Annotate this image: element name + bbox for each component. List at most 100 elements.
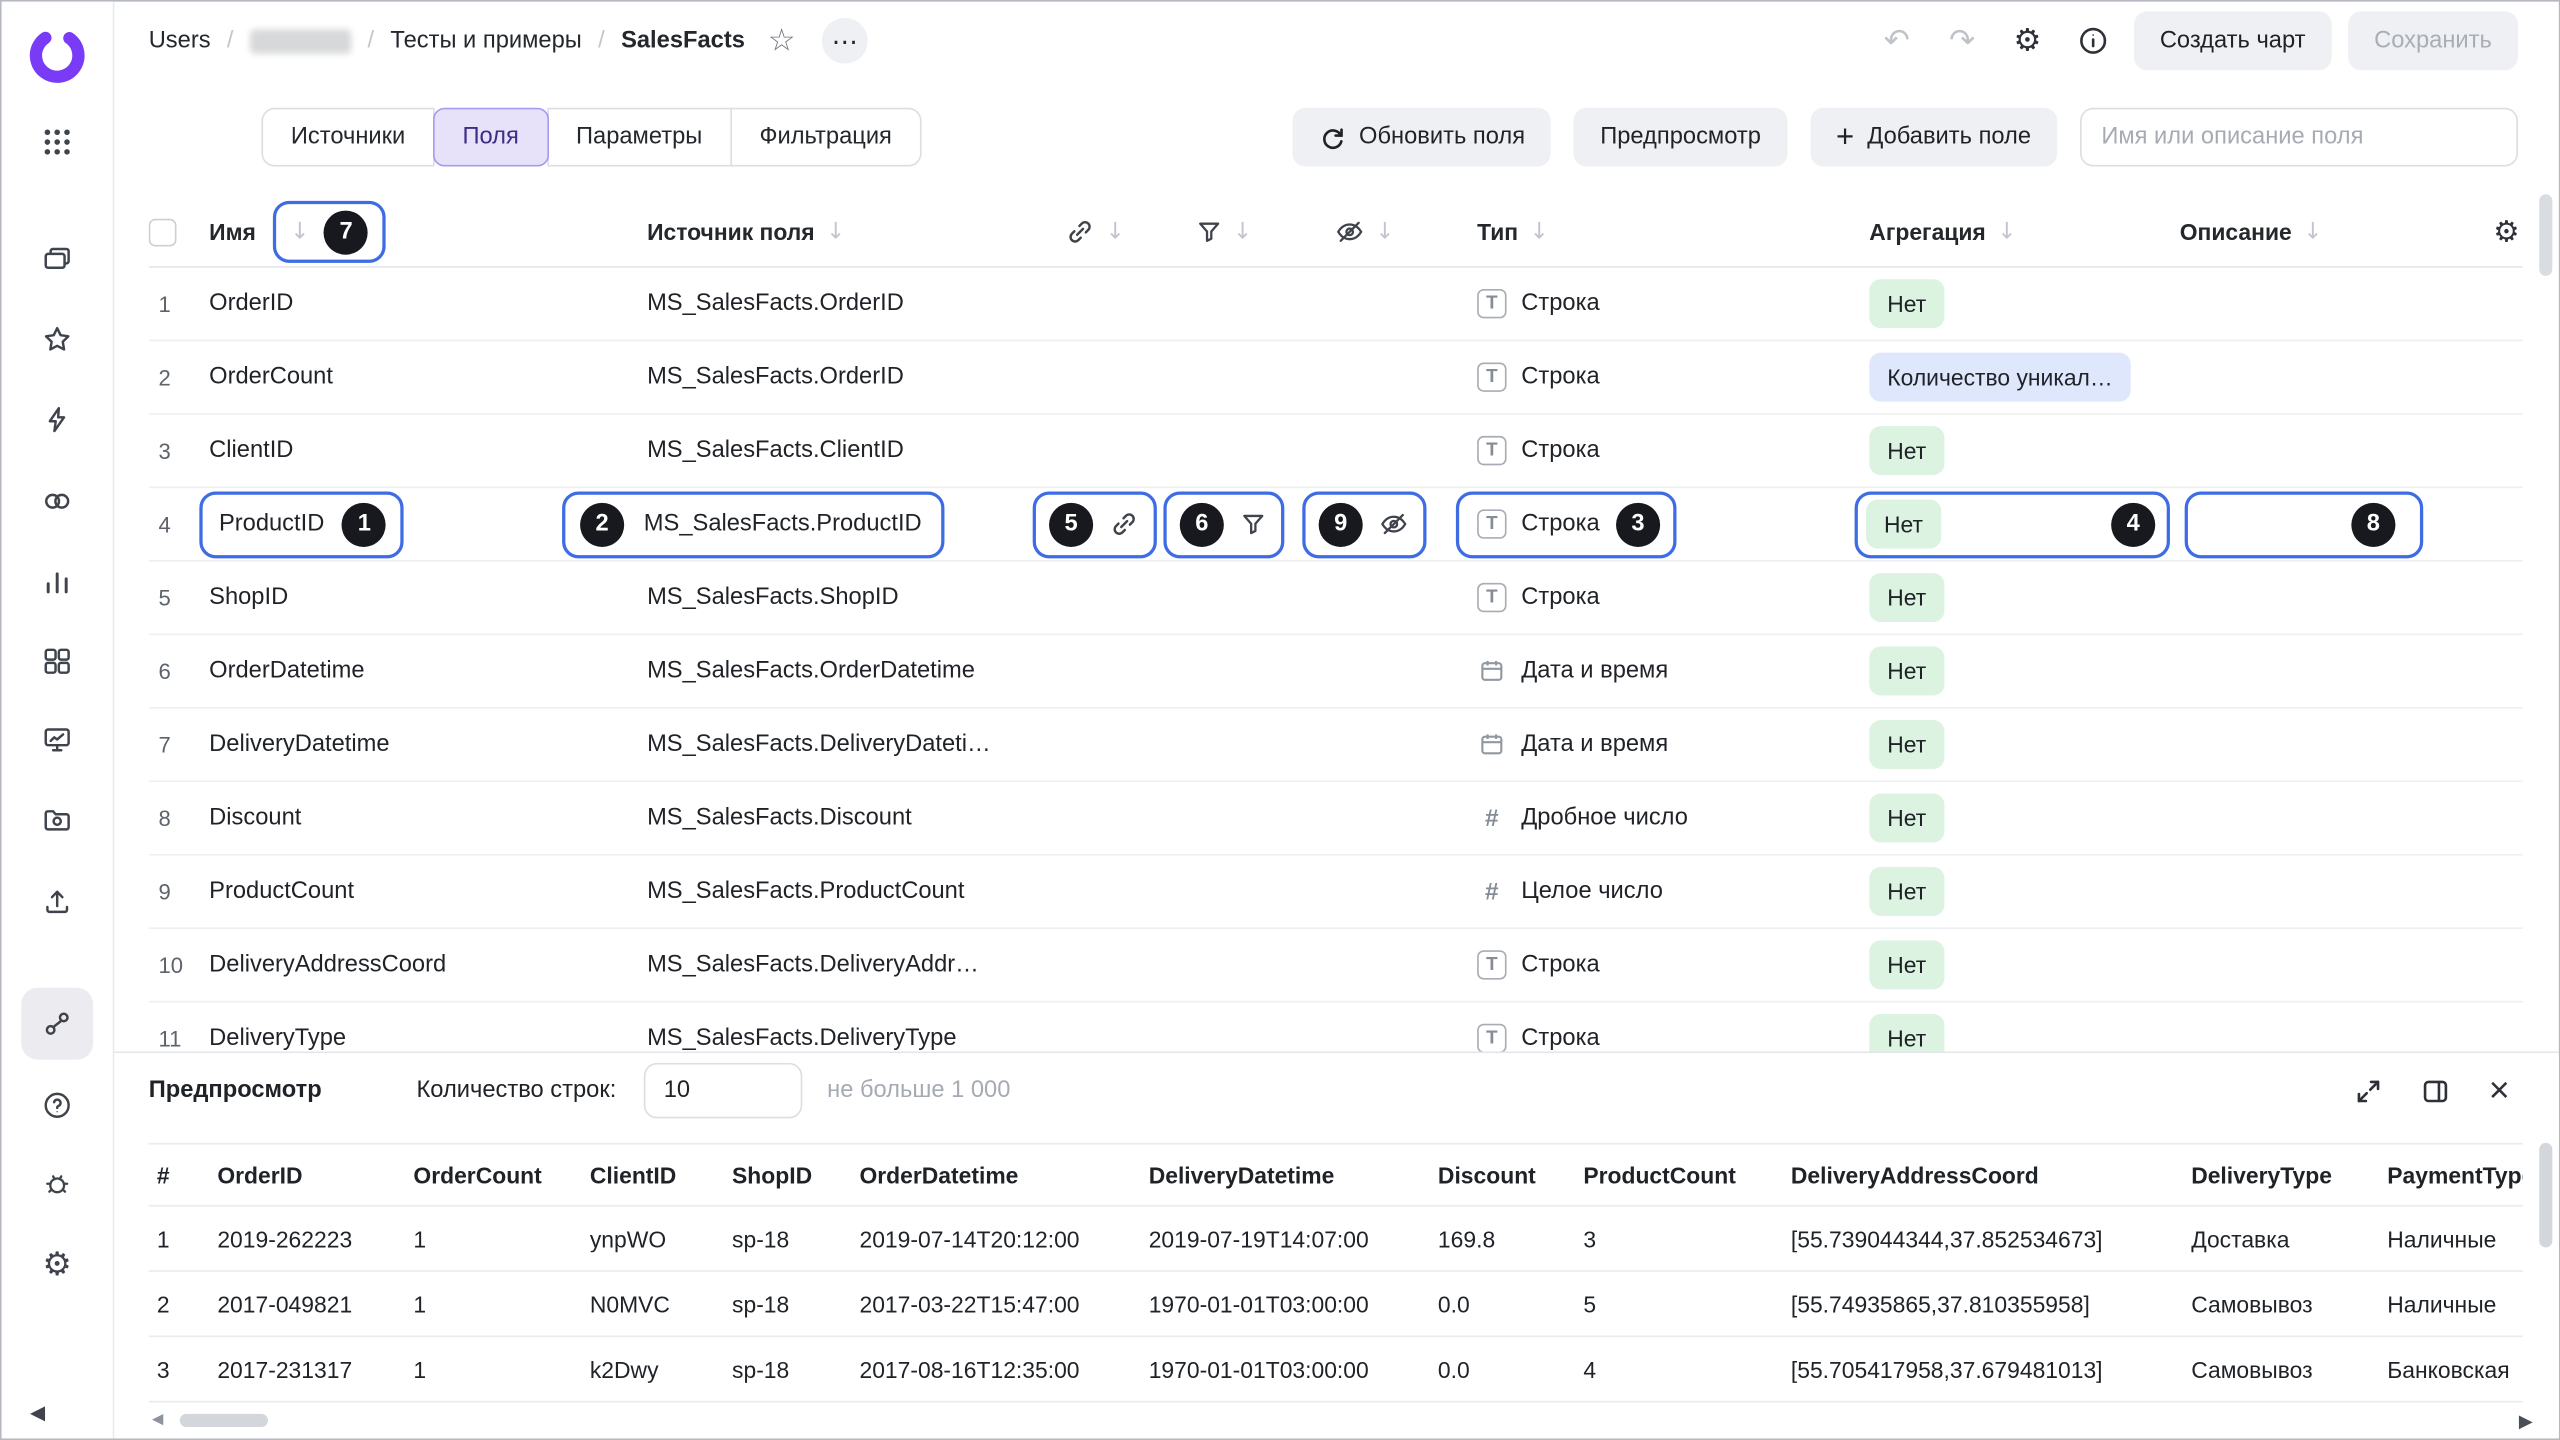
scroll-left-icon[interactable]: ◀ xyxy=(152,1412,163,1428)
tab-fields[interactable]: Поля xyxy=(433,108,548,167)
aggregation-select[interactable]: Нет xyxy=(1869,793,1944,842)
field-name[interactable]: DeliveryAddressCoord xyxy=(209,952,446,978)
column-header-type[interactable]: Тип xyxy=(1477,219,1518,245)
breadcrumb-users[interactable]: Users xyxy=(149,28,211,54)
field-name[interactable]: DeliveryType xyxy=(209,1025,346,1051)
filter-funnel-icon[interactable] xyxy=(1195,219,1221,245)
datalens-logo[interactable] xyxy=(25,23,90,88)
sort-down-icon[interactable]: ↓ xyxy=(1530,219,1549,245)
sort-down-icon[interactable]: ↓ xyxy=(1375,219,1394,245)
aggregation-select[interactable]: Нет xyxy=(1869,573,1944,622)
scrollbar-thumb[interactable] xyxy=(2539,1143,2552,1247)
tab-sources[interactable]: Источники xyxy=(261,108,434,167)
field-type[interactable]: Строка xyxy=(1521,511,1599,537)
folder-media-icon[interactable] xyxy=(21,784,93,856)
tiles-grid-icon[interactable] xyxy=(21,625,93,697)
scrollbar-thumb[interactable] xyxy=(180,1414,268,1427)
aggregation-select[interactable]: Нет xyxy=(1869,279,1944,328)
sort-down-icon[interactable]: ↓ xyxy=(290,219,309,245)
field-row-DeliveryAddressCoord[interactable]: 10 DeliveryAddressCoord MS_SalesFacts.De… xyxy=(149,929,2523,1002)
close-icon[interactable]: × xyxy=(2489,1073,2510,1109)
preview-header-cell[interactable]: ProductCount xyxy=(1583,1162,1791,1188)
field-name[interactable]: DeliveryDatetime xyxy=(209,731,389,757)
field-type[interactable]: Строка xyxy=(1521,952,1599,978)
redo-icon[interactable]: ↷ xyxy=(1938,15,1987,67)
preview-header-cell[interactable]: OrderID xyxy=(217,1162,413,1188)
field-name[interactable]: OrderID xyxy=(209,291,293,317)
field-search-input[interactable] xyxy=(2080,108,2518,167)
hidden-eye-icon[interactable] xyxy=(1379,509,1408,538)
preview-header-cell[interactable]: DeliveryDatetime xyxy=(1149,1162,1438,1188)
preview-row[interactable]: 12019-2622231ynpWOsp-182019-07-14T20:12:… xyxy=(149,1207,2523,1272)
connections-icon[interactable] xyxy=(21,988,93,1060)
field-source[interactable]: MS_SalesFacts.DeliveryType xyxy=(647,1025,956,1051)
sort-down-icon[interactable]: ↓ xyxy=(1233,219,1252,245)
field-type[interactable]: Дробное число xyxy=(1521,805,1688,831)
field-type[interactable]: Строка xyxy=(1521,585,1599,611)
field-source[interactable]: MS_SalesFacts.ClientID xyxy=(647,438,904,464)
dataset-settings-gear-icon[interactable]: ⚙ xyxy=(2003,15,2052,67)
aggregation-select[interactable]: Нет xyxy=(1869,940,1944,989)
breadcrumb-folder[interactable]: Тесты и примеры xyxy=(390,28,581,54)
preview-header-cell[interactable]: Discount xyxy=(1438,1162,1583,1188)
field-row-OrderID[interactable]: 1 OrderID MS_SalesFacts.OrderID TСтрока … xyxy=(149,268,2523,341)
horizontal-scrollbar[interactable]: ◀ ▶ xyxy=(149,1411,2536,1431)
tab-filtering[interactable]: Фильтрация xyxy=(730,108,921,167)
aggregation-select[interactable]: Нет xyxy=(1869,720,1944,769)
preview-row[interactable]: 32017-2313171k2Dwysp-182017-08-16T12:35:… xyxy=(149,1337,2523,1402)
field-type[interactable]: Дата и время xyxy=(1521,658,1668,684)
field-row-OrderDatetime[interactable]: 6 OrderDatetime MS_SalesFacts.OrderDatet… xyxy=(149,635,2523,708)
field-name[interactable]: Discount xyxy=(209,805,301,831)
field-source[interactable]: MS_SalesFacts.ProductCount xyxy=(647,878,964,904)
link-icon[interactable] xyxy=(1065,217,1094,246)
field-type[interactable]: Дата и время xyxy=(1521,731,1668,757)
field-source[interactable]: MS_SalesFacts.Discount xyxy=(647,805,912,831)
scroll-right-icon[interactable]: ▶ xyxy=(2519,1411,2533,1432)
column-header-aggregation[interactable]: Агрегация xyxy=(1869,219,1985,245)
services-grid-icon[interactable] xyxy=(21,106,93,178)
field-name[interactable]: ShopID xyxy=(209,585,288,611)
field-source[interactable]: MS_SalesFacts.OrderID xyxy=(647,291,904,317)
preview-header-cell[interactable]: DeliveryAddressCoord xyxy=(1791,1162,2191,1188)
breadcrumb-redacted[interactable] xyxy=(250,29,351,53)
link-icon[interactable] xyxy=(1109,509,1138,538)
create-chart-button[interactable]: Создать чарт xyxy=(2134,11,2332,70)
field-type[interactable]: Строка xyxy=(1521,291,1599,317)
field-row-Discount[interactable]: 8 Discount MS_SalesFacts.Discount #Дробн… xyxy=(149,782,2523,855)
field-name[interactable]: ProductCount xyxy=(209,878,354,904)
preview-header-cell[interactable]: ShopID xyxy=(732,1162,859,1188)
favorites-star-icon[interactable] xyxy=(21,304,93,376)
preview-row[interactable]: 22017-0498211N0MVCsp-182017-03-22T15:47:… xyxy=(149,1272,2523,1337)
tab-parameters[interactable]: Параметры xyxy=(547,108,732,167)
preview-header-cell[interactable]: ClientID xyxy=(590,1162,732,1188)
aggregation-select[interactable]: Количество уникал… xyxy=(1869,353,2130,402)
refresh-fields-button[interactable]: Обновить поля xyxy=(1292,108,1551,167)
preview-button[interactable]: Предпросмотр xyxy=(1574,108,1787,167)
more-menu-button[interactable]: ⋯ xyxy=(822,18,868,64)
field-source[interactable]: MS_SalesFacts.ShopID xyxy=(647,585,899,611)
undo-icon[interactable]: ↶ xyxy=(1872,15,1921,67)
presentation-icon[interactable] xyxy=(21,704,93,776)
aggregation-select[interactable]: Нет xyxy=(1869,867,1944,916)
lightning-icon[interactable] xyxy=(21,384,93,456)
sort-down-icon[interactable]: ↓ xyxy=(826,219,845,245)
field-row-DeliveryDatetime[interactable]: 7 DeliveryDatetime MS_SalesFacts.Deliver… xyxy=(149,709,2523,782)
preview-header-cell[interactable]: DeliveryType xyxy=(2191,1162,2387,1188)
field-row-DeliveryType[interactable]: 11 DeliveryType MS_SalesFacts.DeliveryTy… xyxy=(149,1002,2523,1051)
column-header-description[interactable]: Описание xyxy=(2180,219,2292,245)
field-source[interactable]: MS_SalesFacts.ProductID xyxy=(644,511,922,537)
field-source[interactable]: MS_SalesFacts.OrderID xyxy=(647,364,904,390)
field-row-OrderCount[interactable]: 2 OrderCount MS_SalesFacts.OrderID TСтро… xyxy=(149,341,2523,414)
aggregation-select[interactable]: Нет xyxy=(1866,500,1941,549)
field-name[interactable]: ClientID xyxy=(209,438,293,464)
column-header-name[interactable]: Имя xyxy=(209,219,256,245)
sort-down-icon[interactable]: ↓ xyxy=(1997,219,2016,245)
field-name[interactable]: OrderCount xyxy=(209,364,333,390)
field-source[interactable]: MS_SalesFacts.DeliveryDateti… xyxy=(647,731,991,757)
dock-panel-icon[interactable] xyxy=(2422,1077,2450,1105)
preview-header-cell[interactable]: OrderCount xyxy=(413,1162,589,1188)
row-count-input[interactable] xyxy=(644,1063,802,1119)
favorite-star-icon[interactable]: ☆ xyxy=(768,23,796,59)
field-source[interactable]: MS_SalesFacts.DeliveryAddr… xyxy=(647,952,979,978)
column-header-source[interactable]: Источник поля xyxy=(647,219,815,245)
